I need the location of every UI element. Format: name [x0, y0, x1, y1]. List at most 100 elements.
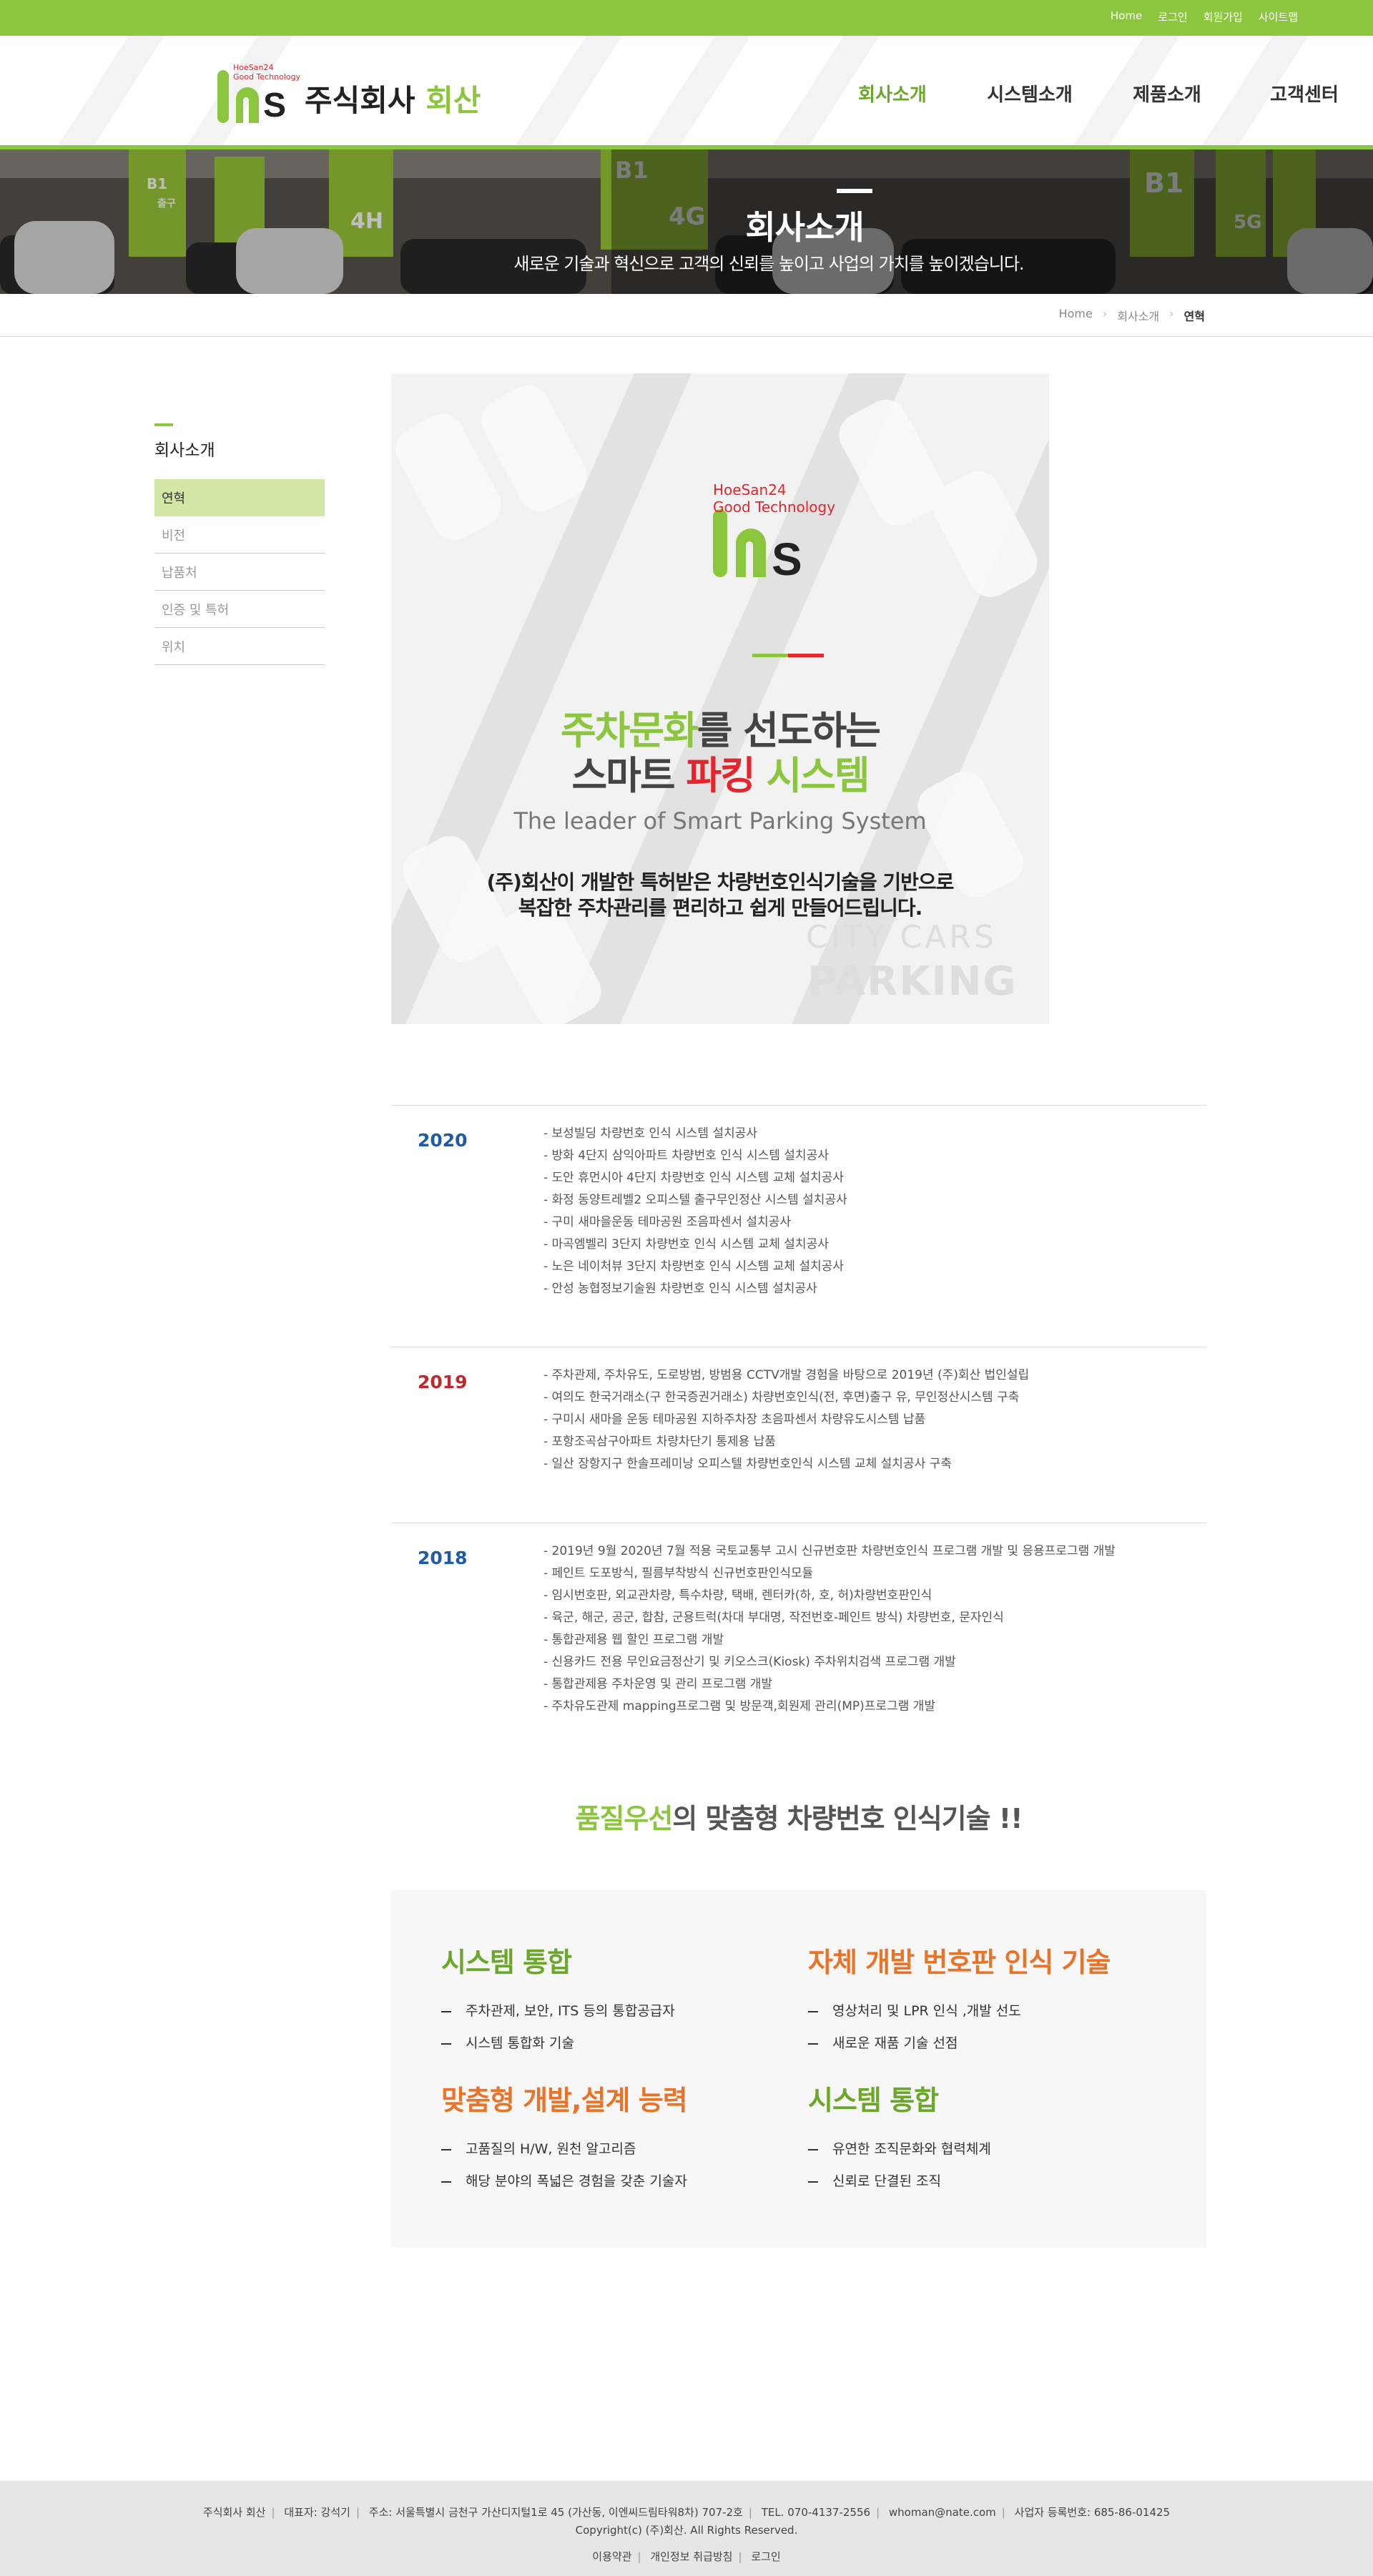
sidebar-item-patents[interactable]: 인증 및 특허 — [154, 591, 325, 628]
company-prefix: 주식회사 — [305, 83, 415, 118]
logo-s-letter: S — [263, 87, 287, 124]
top-link-signup[interactable]: 회원가입 — [1204, 9, 1243, 24]
feature-title: 맞춤형 개발,설계 능력 — [441, 2085, 688, 2116]
quality-heading-green: 품질우선 — [575, 1803, 674, 1834]
history-item: - 육군, 해군, 공군, 합참, 군용트럭(차대 부대명, 작전번호-페인트 … — [543, 1611, 1004, 1625]
page-banner: B1 4H 4G B1 5G B1 출구 회사소개 새로운 기술과 혁신으로 고… — [0, 149, 1373, 294]
footer-copyright: Copyright(c) (주)회산. All Rights Reserved. — [575, 2524, 798, 2537]
history-item: - 통합관제용 주차운영 및 관리 프로그램 개발 — [543, 1677, 773, 1691]
history-item: - 주차관제, 주차유도, 도로방범, 방범용 CCTV개발 경험을 바탕으로 … — [543, 1368, 1030, 1382]
footer-sep: | — [637, 2550, 641, 2563]
footer-email[interactable]: whoman@nate.com — [889, 2506, 996, 2519]
company-brand: 회산 — [425, 83, 481, 118]
feature-block-custom-dev: 맞춤형 개발,설계 능력 고품질의 H/W, 원천 알고리즘 해당 분야의 폭넓… — [441, 2078, 688, 2198]
history-item: - 2019년 9월 2020년 7월 적용 국토교통부 고시 신규번호판 차량… — [543, 1544, 1116, 1558]
history-section-2019: 2019 - 주차관제, 주차유도, 도로방범, 방범용 CCTV개발 경험을 … — [391, 1347, 1206, 1522]
feature-list: 영상처리 및 LPR 인식 ,개발 선도 새로운 재품 기술 선점 — [808, 1995, 1110, 2060]
hero-headline2-green: 시스템 — [754, 753, 870, 798]
hero-headline-2: 스마트 파킹 시스템 — [391, 744, 1049, 800]
nav-system[interactable]: 시스템소개 — [961, 80, 1098, 107]
hero-logo-line1: HoeSan24 — [713, 481, 787, 498]
history-item: - 안성 농협정보기술원 차량번호 인식 시스템 설치공사 — [543, 1282, 817, 1296]
feature-block-system-integration: 시스템 통합 주차관제, 보안, ITS 등의 통합공급자 시스템 통합화 기술 — [441, 1940, 675, 2060]
hero-image: S HoeSan24 Good Technology 주차문화를 선도하는 스마… — [391, 373, 1049, 1024]
history-year: 2019 — [418, 1372, 468, 1392]
breadcrumb-bar: Home › 회사소개 › 연혁 — [0, 294, 1373, 337]
banner-title-dash — [837, 189, 872, 193]
history-item: - 여의도 한국거래소(구 한국증권거래소) 차량번호인식(전, 후면)출구 유… — [543, 1390, 1020, 1405]
site-logo[interactable]: HoeSan24 Good Technology S 주식회사 회산 — [216, 63, 481, 126]
nav-product[interactable]: 제품소개 — [1098, 80, 1236, 107]
history-item: - 통합관제용 웹 할인 프로그램 개발 — [543, 1633, 724, 1647]
hero-desc-rest: 이 개발한 특허받은 차량번호인식기술을 기반으로 — [556, 870, 954, 894]
breadcrumb-separator: › — [1102, 307, 1108, 320]
footer-link-privacy[interactable]: 개인정보 취급방침 — [650, 2550, 732, 2563]
footer-sep: | — [876, 2506, 880, 2519]
quality-heading: 품질우선의 맞춤형 차량번호 인식기술 !! — [391, 1796, 1206, 1836]
hero-dash-green — [752, 654, 788, 657]
footer-ceo: 대표자: 강석기 — [284, 2506, 350, 2519]
site-header: HoeSan24 Good Technology S 주식회사 회산 회사소개 … — [0, 36, 1373, 147]
logo-mark: HoeSan24 Good Technology S — [216, 63, 300, 126]
company-name: 주식회사 회산 — [305, 77, 481, 120]
top-link-sitemap[interactable]: 사이트맵 — [1259, 9, 1298, 24]
feature-list: 유연한 조직문화와 협력체계 신뢰로 단결된 조직 — [808, 2133, 991, 2198]
sidebar-item-location[interactable]: 위치 — [154, 628, 325, 665]
sidebar: 회사소개 연혁 비전 납품처 인증 및 특허 위치 — [154, 423, 325, 665]
top-link-home[interactable]: Home — [1111, 9, 1142, 24]
main-nav: 회사소개 시스템소개 제품소개 고객센터 — [824, 80, 1373, 107]
history-item: - 구미시 새마을 운동 테마공원 지하주차장 초음파센서 차량유도시스템 납품 — [543, 1412, 926, 1427]
feature-item: 해당 분야의 폭넓은 경험을 갖춘 기술자 — [441, 2165, 687, 2198]
feature-list: 고품질의 H/W, 원천 알고리즘 해당 분야의 폭넓은 경험을 갖춘 기술자 — [441, 2133, 687, 2198]
sidebar-item-history[interactable]: 연혁 — [154, 479, 325, 516]
top-links: Home 로그인 회원가입 사이트맵 — [1111, 9, 1298, 24]
breadcrumb-current: 연혁 — [1183, 310, 1205, 323]
hero-desc-company: (주)회산 — [486, 870, 558, 894]
feature-title: 시스템 통합 — [441, 1947, 572, 1978]
hero-english-tagline: The leader of Smart Parking System — [513, 807, 927, 835]
feature-item: 영상처리 및 LPR 인식 ,개발 선도 — [808, 1995, 1110, 2027]
history-item: - 방화 4단지 삼익아파트 차량번호 인식 시스템 설치공사 — [543, 1149, 829, 1163]
feature-list: 주차관제, 보안, ITS 등의 통합공급자 시스템 통합화 기술 — [441, 1995, 675, 2060]
history-section-2018: 2018 - 2019년 9월 2020년 7월 적용 국토교통부 고시 신규번… — [391, 1523, 1206, 1737]
breadcrumb-company[interactable]: 회사소개 — [1117, 307, 1159, 324]
footer-links: 이용약관 | 개인정보 취급방침 | 로그인 — [0, 2549, 1373, 2564]
history-item: - 도안 휴먼시아 4단지 차량번호 인식 시스템 교체 설치공사 — [543, 1171, 844, 1185]
history-item: - 페인트 도포방식, 필름부착방식 신규번호판인식모듈 — [543, 1566, 814, 1580]
footer-tel: TEL. 070-4137-2556 — [761, 2506, 871, 2519]
nav-company[interactable]: 회사소개 — [824, 80, 961, 107]
sidebar-item-vision[interactable]: 비전 — [154, 516, 325, 554]
history-item: - 일산 장항지구 한솔프레미낭 오피스텔 차량번호인식 시스템 교체 설치공사… — [543, 1457, 952, 1471]
top-utility-bar: Home 로그인 회원가입 사이트맵 — [0, 0, 1373, 36]
breadcrumb-home[interactable]: Home — [1059, 307, 1093, 324]
sidebar-title: 회사소개 — [154, 441, 215, 460]
hero-dash-red — [788, 654, 824, 657]
top-link-login[interactable]: 로그인 — [1158, 9, 1187, 24]
quality-features-box: 시스템 통합 주차관제, 보안, ITS 등의 통합공급자 시스템 통합화 기술… — [391, 1890, 1206, 2248]
footer-link-terms[interactable]: 이용약관 — [592, 2550, 631, 2563]
footer-sep: | — [748, 2506, 752, 2519]
nav-support[interactable]: 고객센터 — [1236, 80, 1373, 107]
footer-sep: | — [1001, 2506, 1005, 2519]
history-list: - 2019년 9월 2020년 7월 적용 국토교통부 고시 신규번호판 차량… — [543, 1540, 1116, 1718]
feature-item: 주차관제, 보안, ITS 등의 통합공급자 — [441, 1995, 675, 2027]
hero-city-cars: CITY CARS — [806, 919, 997, 955]
site-footer: 주식회사 회산 | 대표자: 강석기 | 주소: 서울특별시 금천구 가산디지털1로… — [0, 2481, 1373, 2576]
feature-item: 유연한 조직문화와 협력체계 — [808, 2133, 991, 2165]
banner-title: 회사소개 — [745, 208, 864, 247]
feature-block-organization: 시스템 통합 유연한 조직문화와 협력체계 신뢰로 단결된 조직 — [808, 2078, 991, 2198]
breadcrumb: Home › 회사소개 › 연혁 — [1059, 307, 1205, 324]
history-item: - 노은 네이처뷰 3단지 차량번호 인식 시스템 교체 설치공사 — [543, 1259, 844, 1274]
footer-sep: | — [355, 2506, 360, 2519]
footer-address: 주소: 서울특별시 금천구 가산디지털1로 45 (가산동, 이엔씨드림타워8차… — [368, 2506, 743, 2519]
history-list: - 주차관제, 주차유도, 도로방범, 방범용 CCTV개발 경험을 바탕으로 … — [543, 1365, 1029, 1475]
hero-logo-line2: Good Technology — [713, 498, 835, 516]
hero-desc-1: (주)회산이 개발한 특허받은 차량번호인식기술을 기반으로 — [391, 867, 1049, 895]
quality-heading-rest: 의 맞춤형 차량번호 인식기술 !! — [672, 1803, 1023, 1834]
history-item: - 마곡엠벨리 3단지 차량번호 인식 시스템 교체 설치공사 — [543, 1237, 829, 1252]
feature-item: 시스템 통합화 기술 — [441, 2027, 675, 2060]
history-item: - 주차유도관제 mapping프로그램 및 방문객,회원제 관리(MP)프로그… — [543, 1699, 935, 1714]
footer-link-login[interactable]: 로그인 — [751, 2550, 780, 2563]
sidebar-item-clients[interactable]: 납품처 — [154, 554, 325, 591]
hero-headline2-red: 파킹 — [686, 753, 755, 798]
